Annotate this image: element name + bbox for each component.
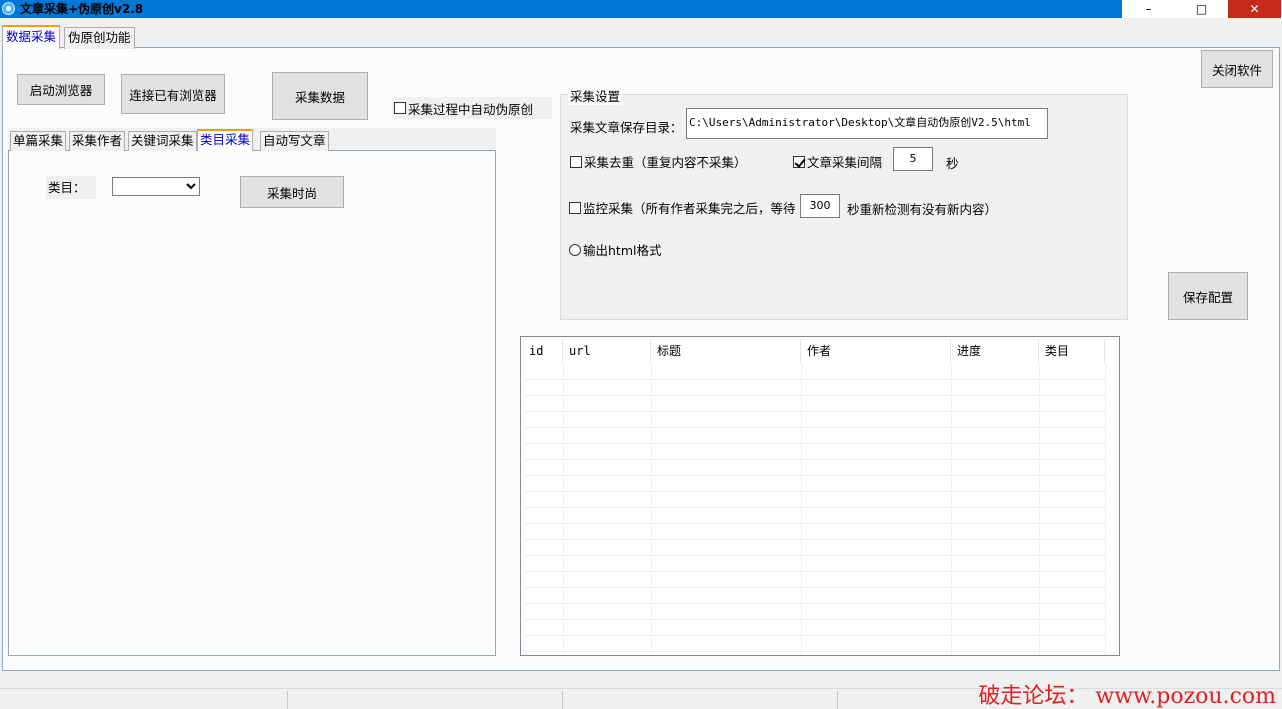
- html-output-radio[interactable]: [569, 243, 581, 256]
- html-output-label: 输出html格式: [583, 243, 662, 258]
- auto-rewrite-option[interactable]: 采集过程中自动伪原创: [392, 97, 552, 119]
- sub-tab-panel: [8, 150, 496, 656]
- category-select[interactable]: [112, 177, 200, 196]
- launch-browser-button[interactable]: 启动浏览器: [17, 74, 105, 105]
- close-software-button[interactable]: 关闭软件: [1201, 50, 1273, 88]
- interval-input[interactable]: 5: [893, 147, 933, 171]
- monitor-wait-input[interactable]: 300: [800, 194, 840, 218]
- grid-row-line: [523, 619, 1105, 620]
- grid-line: [651, 363, 652, 655]
- html-output-option[interactable]: 输出html格式: [569, 240, 661, 259]
- grid-row-line: [523, 427, 1105, 428]
- grid-row-line: [523, 603, 1105, 604]
- dedup-option[interactable]: 采集去重（重复内容不采集）: [570, 152, 747, 171]
- monitor-checkbox[interactable]: [569, 201, 581, 214]
- dedup-label: 采集去重（重复内容不采集）: [584, 155, 747, 170]
- minimize-button[interactable]: –: [1122, 0, 1175, 18]
- save-dir-label: 采集文章保存目录：: [570, 120, 683, 135]
- interval-unit: 秒: [946, 156, 959, 171]
- tab-keyword-collect[interactable]: 关键词采集: [128, 131, 197, 151]
- grid-row-line: [523, 395, 1105, 396]
- column-header-category[interactable]: 类目: [1039, 339, 1105, 363]
- grid-row-line: [523, 555, 1105, 556]
- window-controls: – □ ✕: [1122, 0, 1282, 18]
- grid-row-line: [523, 651, 1105, 652]
- column-header-progress[interactable]: 进度: [951, 339, 1039, 363]
- tab-single-article[interactable]: 单篇采集: [10, 131, 67, 151]
- interval-option[interactable]: 文章采集间隔: [793, 152, 882, 171]
- grid-row-line: [523, 523, 1105, 524]
- column-header-author[interactable]: 作者: [801, 339, 951, 363]
- maximize-button[interactable]: □: [1175, 0, 1228, 18]
- column-header-title[interactable]: 标题: [651, 339, 801, 363]
- grid-line: [563, 363, 564, 655]
- grid-row-line: [523, 459, 1105, 460]
- settings-group-title: 采集设置: [568, 86, 623, 105]
- grid-line: [951, 363, 952, 655]
- grid-row-line: [523, 571, 1105, 572]
- monitor-suffix: 秒重新检测有没有新内容）: [847, 202, 998, 217]
- monitor-label: 监控采集（所有作者采集完之后，等待: [583, 201, 796, 216]
- grid-row-line: [523, 411, 1105, 412]
- grid-row-line: [523, 587, 1105, 588]
- auto-rewrite-label: 采集过程中自动伪原创: [408, 101, 534, 117]
- interval-checkbox[interactable]: [793, 155, 805, 168]
- collect-data-button[interactable]: 采集数据: [272, 72, 368, 120]
- title-bar: [0, 0, 1282, 18]
- close-button[interactable]: ✕: [1228, 0, 1281, 18]
- grid-line: [1105, 363, 1106, 655]
- app-icon: [2, 2, 15, 15]
- save-dir-input[interactable]: C:\Users\Administrator\Desktop\文章自动伪原创V2…: [686, 108, 1048, 139]
- grid-line: [801, 363, 802, 655]
- grid-row-line: [523, 635, 1105, 636]
- grid-row-line: [523, 475, 1105, 476]
- tab-category-collect[interactable]: 类目采集: [197, 129, 254, 151]
- tab-data-collection[interactable]: 数据采集: [2, 25, 61, 49]
- status-separator: [562, 691, 563, 709]
- grid-row-line: [523, 491, 1105, 492]
- save-config-button[interactable]: 保存配置: [1168, 272, 1248, 320]
- grid-row-line: [523, 443, 1105, 444]
- tab-collect-author[interactable]: 采集作者: [69, 131, 126, 151]
- tab-rewrite-function[interactable]: 伪原创功能: [64, 27, 135, 49]
- grid-row-line: [523, 379, 1105, 380]
- status-separator: [287, 691, 288, 709]
- column-header-url[interactable]: url: [563, 339, 651, 363]
- grid-row-line: [523, 539, 1105, 540]
- connect-browser-button[interactable]: 连接已有浏览器: [121, 74, 225, 114]
- dedup-checkbox[interactable]: [570, 155, 582, 168]
- collect-fashion-button[interactable]: 采集时尚: [240, 176, 344, 208]
- column-header-id[interactable]: id: [523, 339, 563, 363]
- grid-row-line: [523, 507, 1105, 508]
- window-title: 文章采集+伪原创v2.8: [20, 2, 144, 16]
- interval-label: 文章采集间隔: [807, 155, 883, 170]
- status-separator: [837, 691, 838, 709]
- forum-watermark: 破走论坛： www.pozou.com: [978, 684, 1276, 709]
- category-label: 类目：: [46, 176, 96, 199]
- tab-auto-write[interactable]: 自动写文章: [260, 131, 329, 151]
- monitor-option[interactable]: 监控采集（所有作者采集完之后，等待: [569, 198, 796, 217]
- grid-line: [1039, 363, 1040, 655]
- results-grid[interactable]: id url 标题 作者 进度 类目: [520, 336, 1120, 656]
- auto-rewrite-checkbox[interactable]: [394, 102, 406, 114]
